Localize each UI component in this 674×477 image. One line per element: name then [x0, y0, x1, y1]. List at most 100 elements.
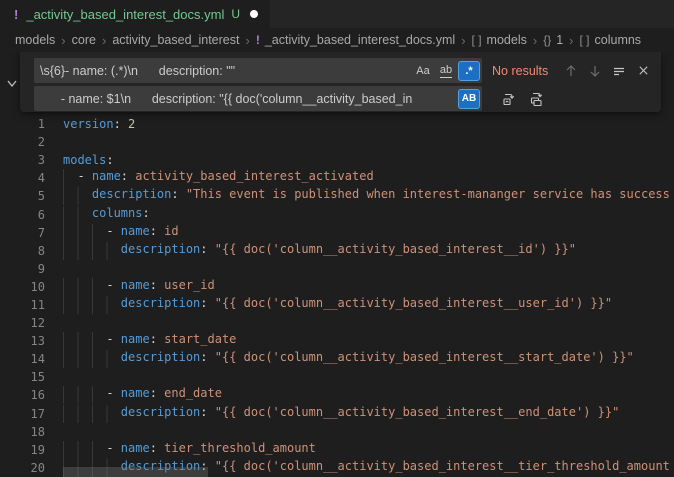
indent-guide	[63, 206, 92, 224]
replace-button[interactable]	[498, 88, 520, 110]
indent-guide	[63, 441, 106, 459]
line-number: 1	[0, 117, 45, 131]
line-number: 16	[0, 388, 45, 402]
indent-guide	[63, 332, 106, 350]
breadcrumb-label: activity_based_interest	[112, 33, 239, 47]
breadcrumb-label: models	[487, 33, 527, 47]
tab-bar: ! _activity_based_interest_docs.yml U	[0, 0, 674, 28]
breadcrumb-separator-icon: ›	[569, 33, 573, 48]
replace-value: - name: $1\n description: "{{ doc('colum…	[40, 92, 457, 106]
line-number: 6	[0, 208, 45, 222]
line-number: 9	[0, 262, 45, 276]
indent-guide	[63, 350, 121, 368]
code-line: 19- name: tier_threshold_amount	[0, 441, 674, 459]
tab-active[interactable]: ! _activity_based_interest_docs.yml U	[0, 0, 270, 28]
line-number: 11	[0, 298, 45, 312]
breadcrumb-item[interactable]: [ ]columns	[580, 33, 642, 47]
code-line: 7 - name: id	[0, 224, 674, 242]
breadcrumb-item[interactable]: models	[15, 33, 55, 47]
code-line-content[interactable]: models:	[63, 153, 674, 167]
modified-dot-icon[interactable]	[250, 10, 258, 18]
replace-input[interactable]: - name: $1\n description: "{{ doc('colum…	[34, 86, 482, 111]
find-input[interactable]: \s{6}- name: (.*)\n description: "" Aa a…	[34, 58, 482, 83]
code-line-content[interactable]: - name: user_id	[63, 278, 674, 296]
code-line: 18	[0, 423, 674, 441]
next-match-button[interactable]	[585, 61, 605, 81]
breadcrumb-item[interactable]: activity_based_interest	[112, 33, 239, 47]
yaml-file-icon: !	[256, 33, 260, 47]
line-number: 7	[0, 226, 45, 240]
indent-guide	[63, 187, 92, 205]
line-number: 13	[0, 334, 45, 348]
breadcrumb-item[interactable]: core	[72, 33, 96, 47]
editor[interactable]: \s{6}- name: (.*)\n description: "" Aa a…	[0, 52, 674, 477]
indent-guide	[63, 278, 106, 296]
line-number: 4	[0, 171, 45, 185]
code-line: 3 models:	[0, 151, 674, 169]
regex-toggle[interactable]: .*	[458, 61, 480, 81]
find-in-selection-button[interactable]	[609, 61, 629, 81]
code-line-content[interactable]: - name: tier_threshold_amount	[63, 441, 674, 459]
code-line-content[interactable]: description: "{{ doc('column__activity_b…	[63, 296, 674, 314]
replace-row: - name: $1\n description: "{{ doc('colum…	[34, 86, 653, 111]
whole-word-toggle[interactable]: ab	[435, 61, 457, 81]
code-line: 13 - name: start_date	[0, 332, 674, 350]
previous-match-button[interactable]	[561, 61, 581, 81]
preserve-case-toggle[interactable]: AB	[458, 89, 480, 109]
breadcrumb-item[interactable]: !_activity_based_interest_docs.yml	[256, 33, 455, 47]
find-actions	[557, 61, 653, 81]
code-line: 2	[0, 133, 674, 151]
indent-guide	[63, 296, 121, 314]
code-line-content[interactable]: version: 2	[63, 117, 674, 131]
code-line-content[interactable]: columns:	[63, 206, 674, 224]
breadcrumb-item[interactable]: {}1	[543, 33, 563, 47]
code-line: 17 description: "{{ doc('column__activity…	[0, 405, 674, 423]
indent-guide	[63, 224, 106, 242]
find-in-selection-icon	[612, 64, 626, 78]
code-line-content[interactable]: - name: end_date	[63, 386, 674, 404]
line-number: 8	[0, 244, 45, 258]
code-line: 4 - name: activity_based_interest_activat…	[0, 169, 674, 187]
indent-guide	[63, 169, 77, 187]
breadcrumb-separator-icon: ›	[102, 33, 106, 48]
indent-guide	[63, 242, 121, 260]
code-line-content[interactable]: - name: id	[63, 224, 674, 242]
line-number: 15	[0, 370, 45, 384]
code-line-content[interactable]: description: "{{ doc('column__activity_b…	[63, 405, 674, 423]
code-line: 5description: "This event is published w…	[0, 187, 674, 205]
code-line: 9	[0, 260, 674, 278]
code-line-content[interactable]: - name: activity_based_interest_activate…	[63, 169, 674, 187]
code-line-content[interactable]: description: "This event is published wh…	[63, 187, 674, 205]
close-icon	[637, 64, 650, 77]
code-line-content[interactable]: - name: start_date	[63, 332, 674, 350]
match-case-toggle[interactable]: Aa	[412, 61, 434, 81]
code-line: 12	[0, 314, 674, 332]
breadcrumb-separator-icon: ›	[533, 33, 537, 48]
symbol-icon: {}	[543, 33, 551, 47]
line-number: 17	[0, 407, 45, 421]
code-line: 6 columns:	[0, 205, 674, 223]
replace-all-button[interactable]	[526, 88, 548, 110]
code-line: 11 description: "{{ doc('column__activity…	[0, 296, 674, 314]
replace-all-icon	[529, 91, 545, 107]
tab-filename: _activity_based_interest_docs.yml	[26, 7, 224, 22]
close-find-button[interactable]	[633, 61, 653, 81]
find-row: \s{6}- name: (.*)\n description: "" Aa a…	[34, 58, 653, 83]
toggle-replace-chevron-icon[interactable]	[5, 76, 19, 90]
breadcrumb-item[interactable]: [ ]models	[472, 33, 527, 47]
line-number: 12	[0, 316, 45, 330]
replace-actions	[492, 88, 548, 110]
line-number: 2	[0, 135, 45, 149]
code-line-content[interactable]: description: "{{ doc('column__activity_b…	[63, 242, 674, 260]
line-number: 3	[0, 153, 45, 167]
horizontal-scrollbar[interactable]	[63, 467, 208, 477]
breadcrumb-label: core	[72, 33, 96, 47]
git-status-badge: U	[231, 7, 240, 21]
code-line-content[interactable]: description: "{{ doc('column__activity_b…	[63, 350, 674, 368]
code-line: 14description: "{{ doc('column__activity…	[0, 350, 674, 368]
find-status: No results	[492, 64, 548, 78]
line-number: 20	[0, 461, 45, 475]
replace-icon	[501, 91, 517, 107]
yaml-file-icon: !	[14, 7, 18, 22]
breadcrumb-label: columns	[595, 33, 642, 47]
